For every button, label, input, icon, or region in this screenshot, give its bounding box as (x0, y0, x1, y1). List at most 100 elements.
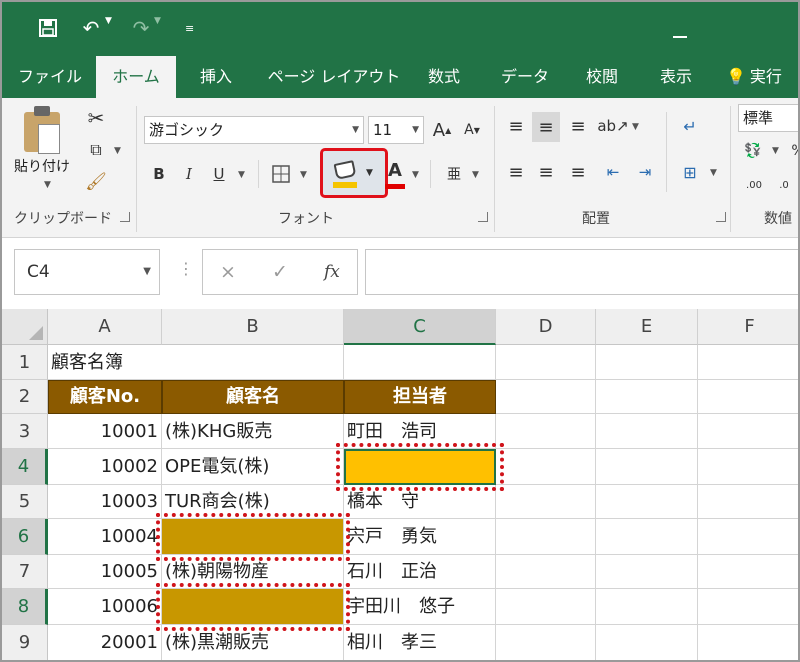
currency-format-icon[interactable]: 💱 (740, 138, 766, 164)
cell-a9[interactable]: 20001 (48, 625, 162, 660)
align-center-icon[interactable]: ≡ (534, 158, 558, 186)
cell-b9[interactable]: (株)黒潮販売 (162, 625, 344, 660)
merge-center-icon[interactable]: ⊞ (676, 158, 704, 186)
cell-c3[interactable]: 町田 浩司 (344, 414, 496, 449)
cell-b2[interactable]: 顧客名 (162, 380, 344, 414)
fill-color-dropdown-icon[interactable]: ▼ (366, 168, 373, 178)
cell-e1[interactable] (596, 345, 698, 380)
cell-a5[interactable]: 10003 (48, 485, 162, 519)
shrink-font-button[interactable]: A ▼ (460, 116, 484, 144)
font-name-select[interactable]: 游ゴシック ▼ (144, 116, 364, 144)
cell-d1[interactable] (496, 345, 596, 380)
cell-e3[interactable] (596, 414, 698, 449)
row-header-1[interactable]: 1 (2, 345, 48, 380)
font-color-dropdown-icon[interactable]: ▼ (412, 170, 419, 180)
increase-decimal-icon[interactable]: .00 (742, 172, 766, 198)
grow-font-button[interactable]: A ▲ (430, 116, 454, 144)
currency-dropdown-icon[interactable]: ▼ (772, 146, 779, 156)
cell-a6[interactable]: 10004 (48, 519, 162, 555)
cell-f2[interactable] (698, 380, 798, 414)
tab-formulas[interactable]: 数式 (416, 56, 472, 98)
cell-f6[interactable] (698, 519, 798, 555)
copy-dropdown-icon[interactable]: ▼ (114, 146, 121, 156)
font-size-select[interactable]: 11 ▼ (368, 116, 424, 144)
undo-dropdown-icon[interactable]: ▼ (105, 16, 112, 26)
cell-a1[interactable]: 顧客名簿 (48, 345, 162, 380)
cell-c6[interactable]: 宍戸 勇気 (344, 519, 496, 555)
cell-f1[interactable] (698, 345, 798, 380)
minimize-icon[interactable] (673, 18, 687, 38)
tab-view[interactable]: 表示 (648, 56, 704, 98)
number-format-select[interactable]: 標準 (738, 104, 798, 132)
cell-e2[interactable] (596, 380, 698, 414)
column-header-e[interactable]: E (596, 309, 698, 345)
cell-c8[interactable]: 宇田川 悠子 (344, 589, 496, 625)
cell-b7[interactable]: (株)朝陽物産 (162, 555, 344, 589)
cell-c7[interactable]: 石川 正治 (344, 555, 496, 589)
cell-e9[interactable] (596, 625, 698, 660)
column-header-d[interactable]: D (496, 309, 596, 345)
percent-icon[interactable]: % (788, 138, 798, 164)
increase-indent-icon[interactable]: ⇥ (632, 158, 658, 186)
align-top-icon[interactable]: ≡ (504, 112, 528, 140)
cell-f7[interactable] (698, 555, 798, 589)
phonetic-dropdown-icon[interactable]: ▼ (472, 170, 479, 180)
cell-d9[interactable] (496, 625, 596, 660)
decrease-decimal-icon[interactable]: .0 (772, 172, 796, 198)
align-middle-icon[interactable]: ≡ (532, 112, 560, 142)
tab-review[interactable]: 校閲 (574, 56, 630, 98)
row-header-2[interactable]: 2 (2, 380, 48, 414)
cell-d4[interactable] (496, 449, 596, 485)
customize-qat-icon[interactable]: ≡ (185, 22, 194, 35)
align-right-icon[interactable]: ≡ (566, 158, 590, 186)
borders-dropdown-icon[interactable]: ▼ (300, 170, 307, 180)
decrease-indent-icon[interactable]: ⇤ (600, 158, 626, 186)
cell-a3[interactable]: 10001 (48, 414, 162, 449)
cell-f5[interactable] (698, 485, 798, 519)
align-bottom-icon[interactable]: ≡ (566, 112, 590, 140)
tab-file[interactable]: ファイル (10, 56, 90, 98)
cell-c1[interactable] (344, 345, 496, 380)
row-header-7[interactable]: 7 (2, 555, 48, 589)
cell-c9[interactable]: 相川 孝三 (344, 625, 496, 660)
name-box[interactable]: C4 ▼ (14, 249, 160, 295)
font-launcher-icon[interactable] (478, 212, 488, 222)
cell-d8[interactable] (496, 589, 596, 625)
cell-b5[interactable]: TUR商会(株) (162, 485, 344, 519)
row-header-4[interactable]: 4 (2, 449, 48, 485)
cell-e6[interactable] (596, 519, 698, 555)
select-all-button[interactable] (2, 309, 48, 345)
row-header-6[interactable]: 6 (2, 519, 48, 555)
save-icon[interactable] (36, 14, 60, 42)
cell-b4[interactable]: OPE電気(株) (162, 449, 344, 485)
grip-icon[interactable]: ⋮ (178, 259, 194, 278)
undo-icon[interactable]: ↶ (80, 14, 102, 42)
cell-e8[interactable] (596, 589, 698, 625)
cell-d7[interactable] (496, 555, 596, 589)
align-left-icon[interactable]: ≡ (504, 158, 528, 186)
orientation-dropdown-icon[interactable]: ▼ (632, 122, 639, 132)
merge-dropdown-icon[interactable]: ▼ (710, 168, 717, 178)
cell-c2[interactable]: 担当者 (344, 380, 496, 414)
row-header-3[interactable]: 3 (2, 414, 48, 449)
cell-f4[interactable] (698, 449, 798, 485)
wrap-text-icon[interactable]: ↵ (676, 112, 704, 140)
cell-e5[interactable] (596, 485, 698, 519)
cell-a8[interactable]: 10006 (48, 589, 162, 625)
column-header-b[interactable]: B (162, 309, 344, 345)
copy-icon[interactable]: ⧉ (82, 136, 110, 164)
tab-data[interactable]: データ (492, 56, 558, 98)
cell-d2[interactable] (496, 380, 596, 414)
redo-dropdown-icon[interactable]: ▼ (154, 16, 161, 26)
format-painter-icon[interactable]: 🖌 (82, 168, 110, 196)
row-header-8[interactable]: 8 (2, 589, 48, 625)
cut-icon[interactable]: ✂ (82, 104, 110, 132)
alignment-launcher-icon[interactable] (716, 212, 726, 222)
cell-a2[interactable]: 顧客No. (48, 380, 162, 414)
cell-c5[interactable]: 橋本 守 (344, 485, 496, 519)
cell-d5[interactable] (496, 485, 596, 519)
cell-a7[interactable]: 10005 (48, 555, 162, 589)
column-header-c[interactable]: C (344, 309, 496, 345)
cell-b1[interactable] (162, 345, 344, 380)
borders-icon[interactable] (268, 160, 294, 188)
